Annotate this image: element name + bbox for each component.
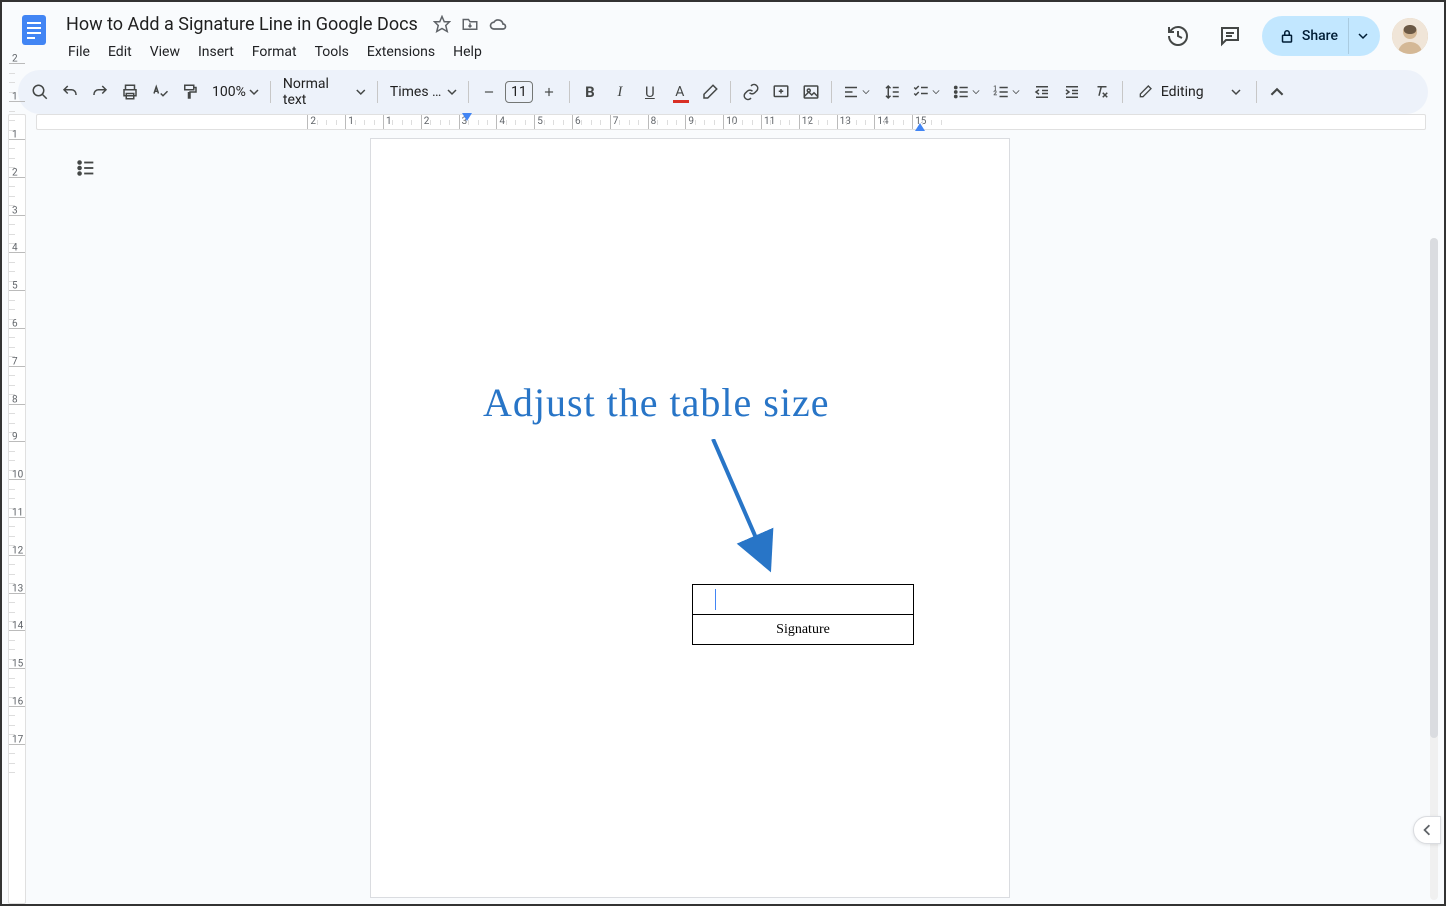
zoom-select[interactable]: 100% [206,78,264,106]
annotation-text: Adjust the table size [483,379,829,426]
paragraph-style-select[interactable]: Normal text [277,78,371,106]
share-dropdown[interactable] [1348,18,1376,54]
increase-indent-icon[interactable] [1058,78,1086,106]
menu-view[interactable]: View [142,40,188,64]
highlight-icon[interactable] [696,78,724,106]
bulleted-list-icon[interactable] [948,78,986,106]
star-icon[interactable] [432,14,452,34]
bold-icon[interactable]: B [576,78,604,106]
account-avatar[interactable] [1392,18,1428,54]
share-label: Share [1296,28,1348,44]
menu-format[interactable]: Format [244,40,305,64]
spellcheck-icon[interactable] [146,78,174,106]
share-button[interactable]: Share [1262,16,1380,56]
toolbar: 100% Normal text Times … 11 B I U A 12 E… [18,70,1428,114]
increase-font-icon[interactable] [535,78,563,106]
signature-table[interactable]: Signature [692,584,914,645]
paint-format-icon[interactable] [176,78,204,106]
clear-formatting-icon[interactable] [1088,78,1116,106]
checklist-icon[interactable] [908,78,946,106]
document-title[interactable]: How to Add a Signature Line in Google Do… [60,12,424,37]
decrease-indent-icon[interactable] [1028,78,1056,106]
menu-edit[interactable]: Edit [100,40,140,64]
docs-logo[interactable] [14,10,54,50]
svg-text:2: 2 [993,90,997,97]
menu-tools[interactable]: Tools [307,40,357,64]
comments-icon[interactable] [1210,16,1250,56]
link-icon[interactable] [737,78,765,106]
annotation-arrow-icon [703,439,783,579]
font-size-input[interactable]: 11 [505,81,533,103]
add-comment-icon[interactable] [767,78,795,106]
menu-help[interactable]: Help [445,40,490,64]
text-cursor [715,589,716,610]
font-select[interactable]: Times … [384,78,462,106]
document-scroll-area[interactable]: Adjust the table size Signature [30,138,1444,904]
vertical-scrollbar[interactable] [1430,238,1438,900]
annotation-overlay: Adjust the table size [483,379,829,426]
horizontal-ruler[interactable]: 21123456789101112131415 [36,114,1426,130]
redo-icon[interactable] [86,78,114,106]
text-color-icon[interactable]: A [666,78,694,106]
vertical-ruler[interactable]: 211234567891011121314151617 [2,114,30,904]
menu-insert[interactable]: Insert [190,40,242,64]
menu-extensions[interactable]: Extensions [359,40,443,64]
move-icon[interactable] [460,14,480,34]
document-page[interactable]: Adjust the table size Signature [370,138,1010,898]
align-icon[interactable] [838,78,876,106]
insert-image-icon[interactable] [797,78,825,106]
menu-bar: File Edit View Insert Format Tools Exten… [60,40,1158,64]
table-cell-empty[interactable] [693,585,914,615]
italic-icon[interactable]: I [606,78,634,106]
underline-icon[interactable]: U [636,78,664,106]
undo-icon[interactable] [56,78,84,106]
menu-file[interactable]: File [60,40,98,64]
print-icon[interactable] [116,78,144,106]
line-spacing-icon[interactable] [878,78,906,106]
side-panel-toggle-icon[interactable] [1413,816,1441,844]
table-cell-signature[interactable]: Signature [693,615,914,645]
numbered-list-icon[interactable]: 12 [988,78,1026,106]
collapse-toolbar-icon[interactable] [1263,78,1291,106]
cloud-status-icon[interactable] [488,14,508,34]
editing-mode-select[interactable]: Editing [1129,78,1250,106]
history-icon[interactable] [1158,16,1198,56]
search-icon[interactable] [26,78,54,106]
decrease-font-icon[interactable] [475,78,503,106]
